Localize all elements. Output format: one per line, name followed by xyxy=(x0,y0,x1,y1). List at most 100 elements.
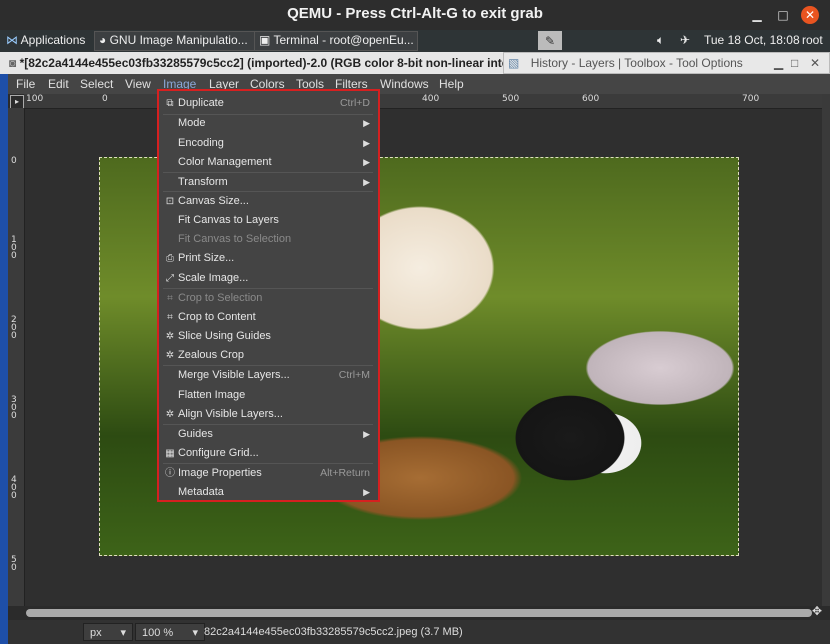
horizontal-ruler: 100 0 400 500 600 700 xyxy=(24,94,824,109)
task-label: Terminal - root@openEu... xyxy=(273,33,414,47)
menu-item-label: Merge Visible Layers... xyxy=(178,369,290,381)
menu-item-slice-using-guides[interactable]: ✲ Slice Using Guides xyxy=(159,327,378,346)
submenu-arrow-icon: ▶ xyxy=(363,118,370,128)
maximize-button[interactable]: □ xyxy=(774,6,792,24)
menubar: File Edit Select View Image Layer Colors… xyxy=(8,74,830,94)
dropdown-arrow-icon: ▾ xyxy=(120,627,126,639)
menu-item-align-visible-layers[interactable]: ✲ Align Visible Layers... xyxy=(159,405,378,424)
menu-item-zealous-crop[interactable]: ✲ Zealous Crop xyxy=(159,346,378,365)
ruler-label: 2 0 0 xyxy=(11,315,17,341)
menu-item-mode[interactable]: Mode ▶ xyxy=(159,114,378,133)
ruler-label: 0 xyxy=(102,94,108,104)
ruler-label: 5 0 xyxy=(11,555,17,573)
menu-item-label: Crop to Content xyxy=(178,311,256,323)
submenu-arrow-icon: ▶ xyxy=(363,429,370,439)
menu-item-crop-to-content[interactable]: ⌗ Crop to Content xyxy=(159,308,378,327)
gimp-window-icon: ◙ xyxy=(9,56,17,70)
menu-item-scale-image[interactable]: ⤢ Scale Image... xyxy=(159,269,378,288)
menu-item-canvas-size[interactable]: ⊡ Canvas Size... xyxy=(159,192,378,211)
dock-close-button[interactable]: ✕ xyxy=(810,53,820,73)
menu-help[interactable]: Help xyxy=(439,77,464,91)
guest-top-panel: ⋈ Applications ◕ GNU Image Manipulatio..… xyxy=(0,30,830,52)
duplicate-icon: ⧉ xyxy=(166,98,174,109)
menu-item-label: Crop to Selection xyxy=(178,292,263,304)
menu-item-label: Align Visible Layers... xyxy=(178,408,283,420)
gimp-window-title: *[82c2a4144e455ec03fb33285579c5cc2] (imp… xyxy=(19,56,505,70)
horizontal-scrollbar[interactable] xyxy=(26,609,812,617)
menu-view[interactable]: View xyxy=(125,77,151,91)
quickmask-corner-button[interactable]: ▸ xyxy=(10,95,24,109)
menu-item-label: Flatten Image xyxy=(178,389,246,401)
terminal-icon: ▣ xyxy=(259,33,271,47)
scale-icon: ⤢ xyxy=(166,273,174,284)
minimize-button[interactable]: ▁ xyxy=(748,6,766,24)
canvas-size-icon: ⊡ xyxy=(165,196,175,207)
menu-item-shortcut: Ctrl+D xyxy=(339,97,370,109)
task-label: GNU Image Manipulatio... xyxy=(109,33,248,47)
zoom-selector[interactable]: 100 % ▾ xyxy=(135,623,205,641)
menu-item-shortcut: Ctrl+M xyxy=(338,369,370,381)
task-terminal[interactable]: ▣ Terminal - root@openEu... xyxy=(254,31,418,51)
menu-item-metadata[interactable]: Metadata ▶ xyxy=(159,483,378,502)
print-icon: ⎙ xyxy=(166,253,174,264)
menu-item-label: Canvas Size... xyxy=(178,195,249,207)
dropdown-arrow-icon: ▾ xyxy=(192,627,198,639)
menu-item-color-management[interactable]: Color Management ▶ xyxy=(159,153,378,172)
unit-selector[interactable]: px ▾ xyxy=(83,623,133,641)
menu-item-duplicate[interactable]: ⧉ Duplicate Ctrl+D xyxy=(159,94,378,113)
menu-item-label: Encoding xyxy=(178,137,224,149)
menu-item-label: Slice Using Guides xyxy=(178,330,271,342)
menu-select[interactable]: Select xyxy=(80,77,113,91)
network-icon[interactable]: ✈ xyxy=(680,30,690,52)
menu-item-image-properties[interactable]: ⓘ Image Properties Alt+Return xyxy=(159,464,378,483)
applications-menu[interactable]: ⋈ Applications xyxy=(6,30,85,52)
desktop-edge xyxy=(0,74,8,644)
submenu-arrow-icon: ▶ xyxy=(363,157,370,167)
info-icon: ⓘ xyxy=(165,468,175,479)
ruler-label: 400 xyxy=(422,94,440,104)
menu-edit[interactable]: Edit xyxy=(48,77,69,91)
menu-item-transform[interactable]: Transform ▶ xyxy=(159,173,378,192)
user-menu[interactable]: root xyxy=(802,30,823,52)
ruler-label: 500 xyxy=(502,94,520,104)
submenu-arrow-icon: ▶ xyxy=(363,138,370,148)
plugin-icon: ✲ xyxy=(165,350,175,361)
ruler-label: 700 xyxy=(742,94,760,104)
menu-item-fit-canvas-to-layers[interactable]: Fit Canvas to Layers xyxy=(159,211,378,230)
menu-item-crop-to-selection: ⌗ Crop to Selection xyxy=(159,289,378,308)
menu-item-label: Duplicate xyxy=(178,97,224,109)
ruler-label: 3 0 0 xyxy=(11,395,17,421)
menu-item-label: Metadata xyxy=(178,486,224,498)
crop-icon: ⌗ xyxy=(167,312,173,323)
statusbar: px ▾ 100 % ▾ 82c2a4144e455ec03fb33285579… xyxy=(8,620,830,644)
gimp-tray-icon[interactable]: ✎ xyxy=(538,31,562,50)
menu-windows[interactable]: Windows xyxy=(380,77,429,91)
menu-item-encoding[interactable]: Encoding ▶ xyxy=(159,134,378,153)
dock-maximize-button[interactable]: □ xyxy=(791,53,798,73)
status-file-info: 82c2a4144e455ec03fb33285579c5cc2.jpeg (3… xyxy=(204,626,463,638)
menu-item-label: Color Management xyxy=(178,156,272,168)
clock[interactable]: Tue 18 Oct, 18:08 xyxy=(704,30,800,52)
applications-icon: ⋈ xyxy=(6,33,18,47)
ruler-label: 0 xyxy=(11,156,17,166)
dock-edge xyxy=(822,94,830,606)
menu-item-flatten-image[interactable]: Flatten Image xyxy=(159,386,378,405)
crop-icon: ⌗ xyxy=(167,293,173,304)
submenu-arrow-icon: ▶ xyxy=(363,487,370,497)
ruler-label: 4 0 0 xyxy=(11,475,17,501)
dock-minimize-button[interactable]: ▁ xyxy=(774,53,783,73)
menu-item-guides[interactable]: Guides ▶ xyxy=(159,425,378,444)
close-button[interactable]: ✕ xyxy=(801,6,819,24)
menu-file[interactable]: File xyxy=(16,77,35,91)
task-gimp[interactable]: ◕ GNU Image Manipulatio... xyxy=(94,31,256,51)
menu-item-print-size[interactable]: ⎙ Print Size... xyxy=(159,249,378,268)
volume-icon[interactable]: 🔈︎ xyxy=(657,30,664,52)
menu-item-merge-visible-layers[interactable]: Merge Visible Layers... Ctrl+M xyxy=(159,366,378,385)
grid-icon: ▦ xyxy=(165,448,175,459)
menu-item-label: Configure Grid... xyxy=(178,447,259,459)
menu-item-label: Fit Canvas to Layers xyxy=(178,214,279,226)
menu-item-label: Transform xyxy=(178,176,228,188)
vertical-ruler: 0 1 0 0 2 0 0 3 0 0 4 0 0 5 0 xyxy=(8,108,25,606)
menu-item-configure-grid[interactable]: ▦ Configure Grid... xyxy=(159,444,378,463)
dock-title: History - Layers | Toolbox - Tool Option… xyxy=(530,56,743,70)
